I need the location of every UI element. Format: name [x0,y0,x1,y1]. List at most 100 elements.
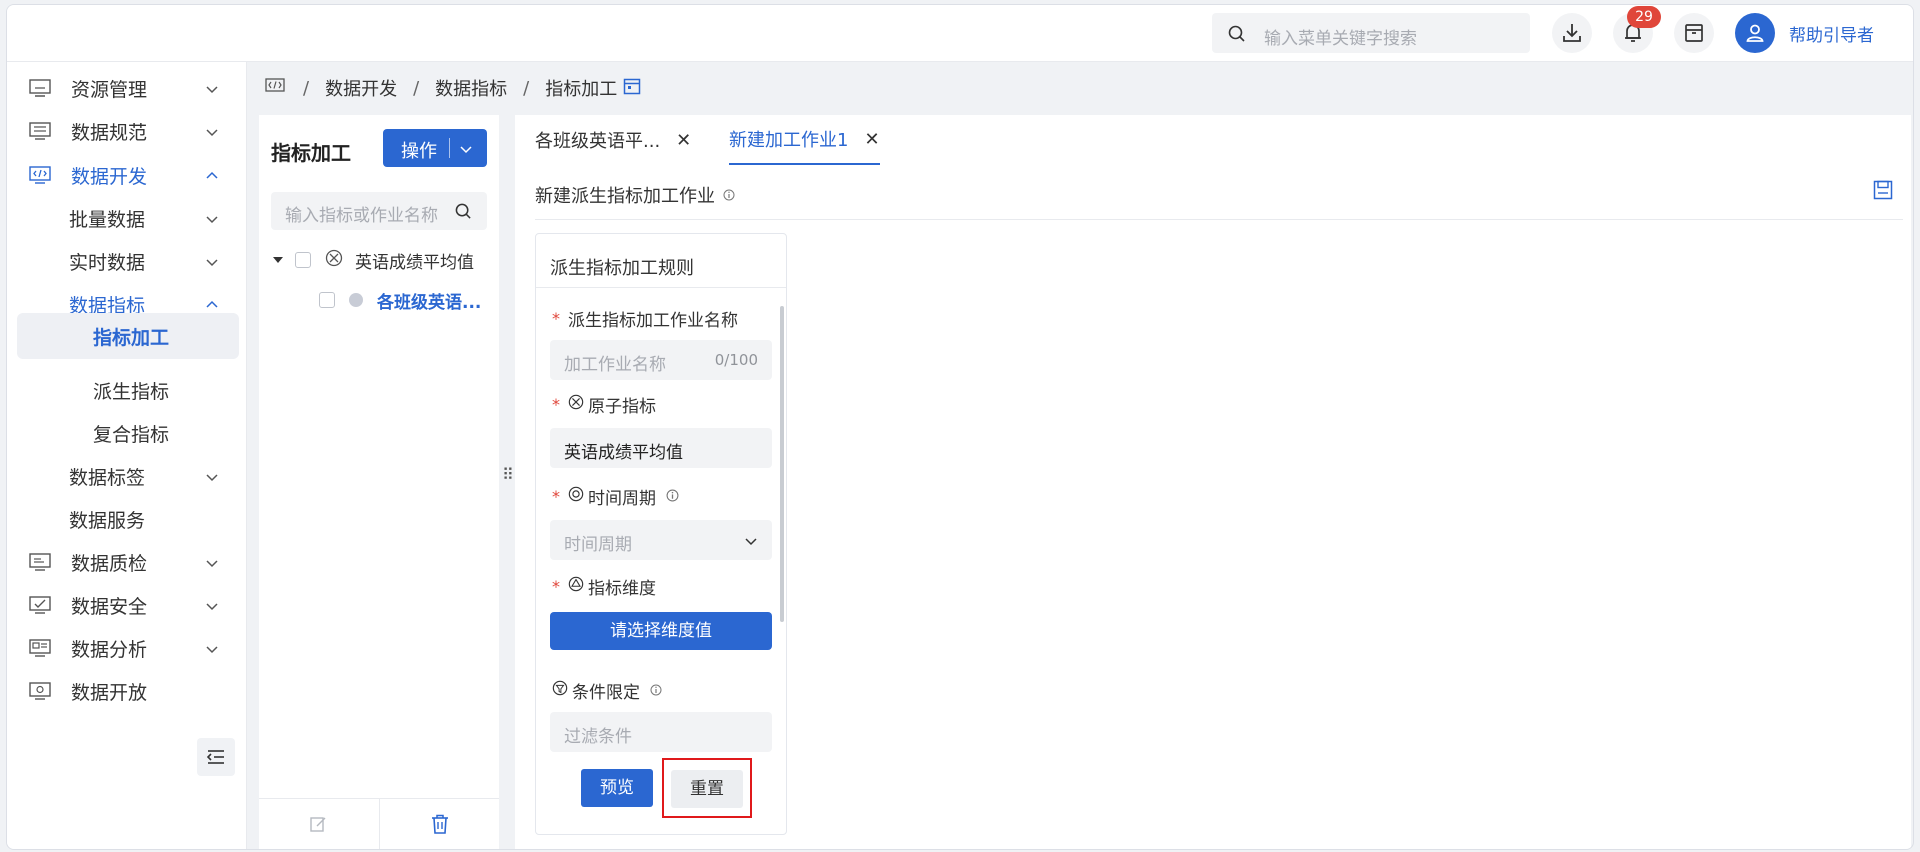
page-title: 新建派生指标加工作业 [535,182,735,208]
sidebar-item-data-services[interactable]: 数据服务 [7,496,247,542]
monitor-icon [29,78,51,102]
code-icon [265,77,285,99]
sidebar-item-metric-processing[interactable]: 指标加工 [17,313,239,359]
sidebar-item-data-analysis[interactable]: 数据分析 [7,625,247,671]
collapse-sidebar-button[interactable] [197,738,235,776]
condition-icon [552,680,568,701]
info-icon[interactable] [723,185,735,206]
sidebar-item-data-security[interactable]: 数据安全 [7,582,247,628]
chevron-down-icon [459,141,473,162]
tab-new-job[interactable]: 新建加工作业1 ✕ [729,115,880,165]
close-icon[interactable]: ✕ [864,129,879,150]
card-scrollbar[interactable] [780,306,784,622]
sidebar-item-data-quality[interactable]: 数据质检 [7,539,247,585]
dimension-icon [568,576,584,597]
char-count: 0/100 [714,351,758,369]
job-name-label: * 派生指标加工作业名称 [552,306,738,331]
job-name-placeholder: 加工作业名称 [564,355,666,375]
tab-label: 新建加工作业1 [729,130,849,151]
required-mark: * [552,395,560,414]
user-avatar[interactable] [1735,13,1775,53]
operate-dropdown-button[interactable]: 操作 [383,129,487,167]
highlight-box: 重置 [662,758,752,818]
filter-condition-input[interactable]: 过滤条件 [550,712,772,752]
sidebar-item-realtime-data[interactable]: 实时数据 [7,238,247,284]
menu-search-input[interactable]: 输入菜单关键字搜索 [1264,24,1417,49]
tree-search-input[interactable]: 输入指标或作业名称 [285,201,438,226]
operate-label: 操作 [401,141,437,162]
atomic-metric-label-text: 原子指标 [588,397,656,417]
time-period-icon [568,486,584,507]
sidebar-item-data-standards[interactable]: 数据规范 [7,108,247,154]
sidebar-item-label: 数据质检 [71,552,148,575]
sidebar-item-label: 批量数据 [69,208,146,231]
footer-divider [379,799,380,849]
sidebar-item-label: 数据开放 [71,681,148,704]
metric-tree-panel: 指标加工 操作 输入指标或作业名称 英语成绩平均值 各班级英语... [259,115,499,849]
tree-node-checkbox[interactable] [295,252,311,268]
divider [535,219,1903,220]
close-icon[interactable]: ✕ [676,130,691,151]
breadcrumb-item[interactable]: 数据开发 [325,75,397,101]
save-icon[interactable] [1873,180,1893,204]
edit-icon[interactable] [309,815,327,837]
search-icon [455,203,472,224]
reset-button[interactable]: 重置 [671,770,743,808]
chevron-down-icon [205,124,219,143]
button-divider [449,138,450,158]
sidebar-item-data-development[interactable]: 数据开发 [7,152,247,198]
preview-button[interactable]: 预览 [581,769,653,807]
breadcrumb-item[interactable]: 数据指标 [435,75,507,101]
card-title: 派生指标加工规则 [550,258,694,279]
caret-down-icon[interactable] [273,250,283,270]
archive-button[interactable] [1674,13,1714,53]
download-button[interactable] [1552,13,1592,53]
breadcrumb-separator: / [413,77,420,99]
sidebar-item-label: 资源管理 [71,78,148,101]
chevron-down-icon [205,555,219,574]
search-icon [1228,25,1246,47]
chevron-up-icon [205,168,219,187]
filter-condition-placeholder: 过滤条件 [564,727,632,747]
tree-search-box[interactable]: 输入指标或作业名称 [271,192,487,230]
required-mark: * [552,487,560,506]
sidebar-item-derived-metrics[interactable]: 派生指标 [7,367,247,413]
info-icon[interactable] [650,681,662,701]
chevron-down-icon [744,534,758,554]
job-name-input[interactable]: 加工作业名称 0/100 [550,340,772,380]
atomic-metric-field[interactable]: 英语成绩平均值 [550,428,772,468]
sidebar-nav: 资源管理 数据规范 数据开发 批量数据 实时数据 数据指标 指标加工 派生指标 … [7,62,247,849]
top-header: 输入菜单关键字搜索 29 帮助引导者 [7,5,1913,62]
sidebar-item-batch-data[interactable]: 批量数据 [7,195,247,241]
sidebar-item-label: 数据安全 [71,595,148,618]
sidebar-item-label: 指标加工 [93,326,170,349]
tree-node-class-english[interactable]: 各班级英语... [319,285,481,315]
sidebar-item-resource-management[interactable]: 资源管理 [7,65,247,111]
menu-search-box[interactable]: 输入菜单关键字搜索 [1212,13,1530,53]
job-name-label-text: 派生指标加工作业名称 [568,311,738,331]
select-dimension-button[interactable]: 请选择维度值 [550,612,772,650]
trash-icon[interactable] [431,814,449,838]
tab-class-english[interactable]: 各班级英语平... ✕ [535,115,691,165]
archive-icon [1685,24,1703,42]
tree-panel-title: 指标加工 [271,141,351,165]
sidebar-item-data-open[interactable]: 数据开放 [7,668,247,714]
breadcrumb-current: 指标加工 [545,79,618,100]
condition-label: 条件限定 [552,678,662,703]
sidebar-item-composite-metrics[interactable]: 复合指标 [7,410,247,456]
sidebar-item-data-tags[interactable]: 数据标签 [7,453,247,499]
tab-label: 各班级英语平... [535,131,661,152]
required-mark: * [552,309,560,328]
info-icon[interactable] [666,487,679,507]
tree-node-english-average[interactable]: 英语成绩平均值 [273,245,474,275]
dimension-label: * 指标维度 [552,574,656,599]
tree-node-checkbox[interactable] [319,292,335,308]
calendar-icon[interactable] [623,77,641,100]
panel-resize-handle[interactable]: ⠿ [502,465,514,484]
username-link[interactable]: 帮助引导者 [1789,21,1874,46]
tree-node-label: 各班级英语... [377,292,482,313]
chevron-down-icon [205,211,219,230]
time-period-select[interactable]: 时间周期 [550,520,772,560]
quality-icon [29,552,51,576]
breadcrumb-separator: / [303,77,310,99]
